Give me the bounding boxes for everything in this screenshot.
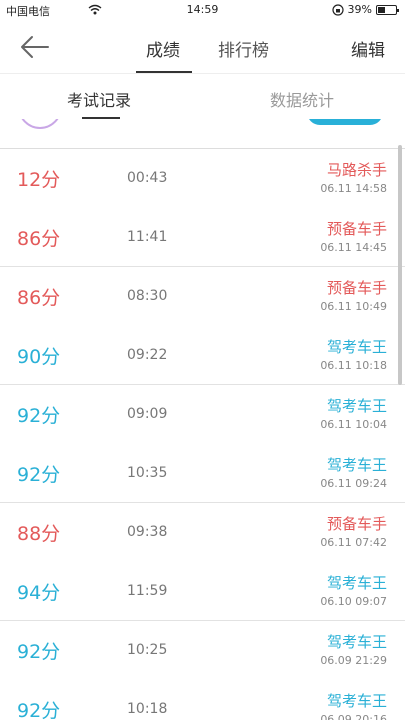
orientation-lock-icon <box>331 3 344 16</box>
rank-title-label: 驾考车王 <box>326 397 387 415</box>
date-label: 06.11 10:04 <box>320 418 387 431</box>
subtab-exam-records[interactable]: 考试记录 <box>67 87 131 111</box>
tab-scores[interactable]: 成绩 <box>146 36 180 61</box>
date-label: 06.11 07:42 <box>320 536 387 549</box>
list-item[interactable]: 86分 08:30 预备车手 06.11 10:49 <box>0 267 405 326</box>
score-label: 92分 <box>17 641 61 663</box>
duration-label: 09:22 <box>127 347 168 363</box>
date-label: 06.09 21:29 <box>320 654 387 667</box>
date-label: 06.10 09:07 <box>320 595 387 608</box>
list-item[interactable]: 94分 11:59 驾考车王 06.10 09:07 <box>0 562 405 621</box>
list-item[interactable]: 92分 09:09 驾考车王 06.11 10:04 <box>0 385 405 444</box>
score-label: 92分 <box>17 464 61 486</box>
scrollbar[interactable] <box>398 145 402 385</box>
duration-label: 10:35 <box>127 465 168 481</box>
duration-label: 09:38 <box>127 524 168 540</box>
active-tab-indicator <box>136 71 192 73</box>
subtab-bar: 考试记录 数据统计 <box>0 75 405 119</box>
date-label: 06.11 10:18 <box>320 359 387 372</box>
rank-title-label: 驾考车王 <box>326 456 387 474</box>
score-label: 92分 <box>17 700 61 720</box>
rank-title-label: 预备车手 <box>326 220 387 238</box>
score-label: 12分 <box>17 169 61 191</box>
rank-title-label: 驾考车王 <box>326 574 387 592</box>
list-item[interactable]: 90分 09:22 驾考车王 06.11 10:18 <box>0 326 405 385</box>
battery-icon <box>376 4 399 15</box>
summary-card-peek <box>0 119 405 149</box>
duration-label: 09:09 <box>127 406 168 422</box>
rank-title-label: 预备车手 <box>326 279 387 297</box>
duration-label: 11:41 <box>127 229 168 245</box>
rank-title-label: 驾考车王 <box>326 692 387 710</box>
duration-label: 08:30 <box>127 288 168 304</box>
back-button[interactable] <box>18 34 52 60</box>
score-label: 86分 <box>17 287 61 309</box>
avatar <box>18 119 62 129</box>
header: 成绩 排行榜 编辑 <box>0 22 405 74</box>
date-label: 06.11 14:45 <box>320 241 387 254</box>
duration-label: 00:43 <box>127 170 168 186</box>
list-item[interactable]: 92分 10:18 驾考车王 06.09 20:16 <box>0 680 405 720</box>
list-item[interactable]: 12分 00:43 马路杀手 06.11 14:58 <box>0 149 405 208</box>
duration-label: 11:59 <box>127 583 168 599</box>
duration-label: 10:18 <box>127 701 168 717</box>
score-label: 92分 <box>17 405 61 427</box>
date-label: 06.11 10:49 <box>320 300 387 313</box>
rank-title-label: 驾考车王 <box>326 633 387 651</box>
tab-leaderboard[interactable]: 排行榜 <box>218 36 269 61</box>
date-label: 06.09 20:16 <box>320 713 387 720</box>
rank-title-label: 预备车手 <box>326 515 387 533</box>
date-label: 06.11 14:58 <box>320 182 387 195</box>
duration-label: 10:25 <box>127 642 168 658</box>
list-item[interactable]: 88分 09:38 预备车手 06.11 07:42 <box>0 503 405 562</box>
list-item[interactable]: 92分 10:35 驾考车王 06.11 09:24 <box>0 444 405 503</box>
subtab-data-stats[interactable]: 数据统计 <box>270 87 334 111</box>
edit-button[interactable]: 编辑 <box>351 36 385 61</box>
back-arrow-icon <box>21 36 49 58</box>
rank-title-label: 驾考车王 <box>326 338 387 356</box>
score-label: 94分 <box>17 582 61 604</box>
action-pill-button[interactable] <box>307 119 383 125</box>
score-label: 90分 <box>17 346 61 368</box>
list-item[interactable]: 86分 11:41 预备车手 06.11 14:45 <box>0 208 405 267</box>
rank-title-label: 马路杀手 <box>326 161 387 179</box>
score-label: 86分 <box>17 228 61 250</box>
status-bar: 中国电信 14:59 39% <box>0 0 405 22</box>
list-item[interactable]: 92分 10:25 驾考车王 06.09 21:29 <box>0 621 405 680</box>
battery-percent: 39% <box>347 3 372 16</box>
date-label: 06.11 09:24 <box>320 477 387 490</box>
score-label: 88分 <box>17 523 61 545</box>
